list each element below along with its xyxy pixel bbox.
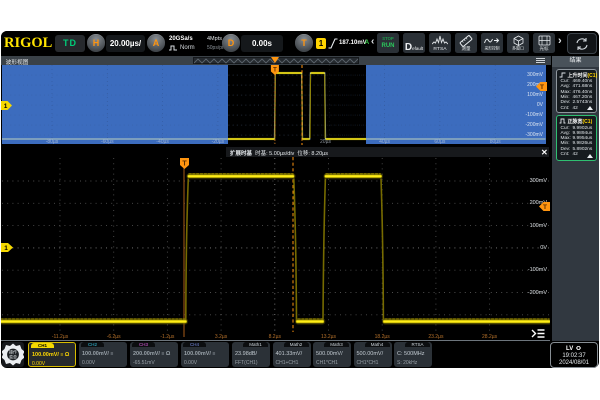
svg-text:1: 1 [4,245,8,252]
svg-text:T: T [182,161,187,168]
svg-text:T: T [543,204,547,211]
svg-text:T: T [540,84,544,91]
svg-text:菜单: 菜单 [9,353,17,359]
svg-text:T: T [273,67,277,73]
svg-text:1: 1 [4,103,8,110]
